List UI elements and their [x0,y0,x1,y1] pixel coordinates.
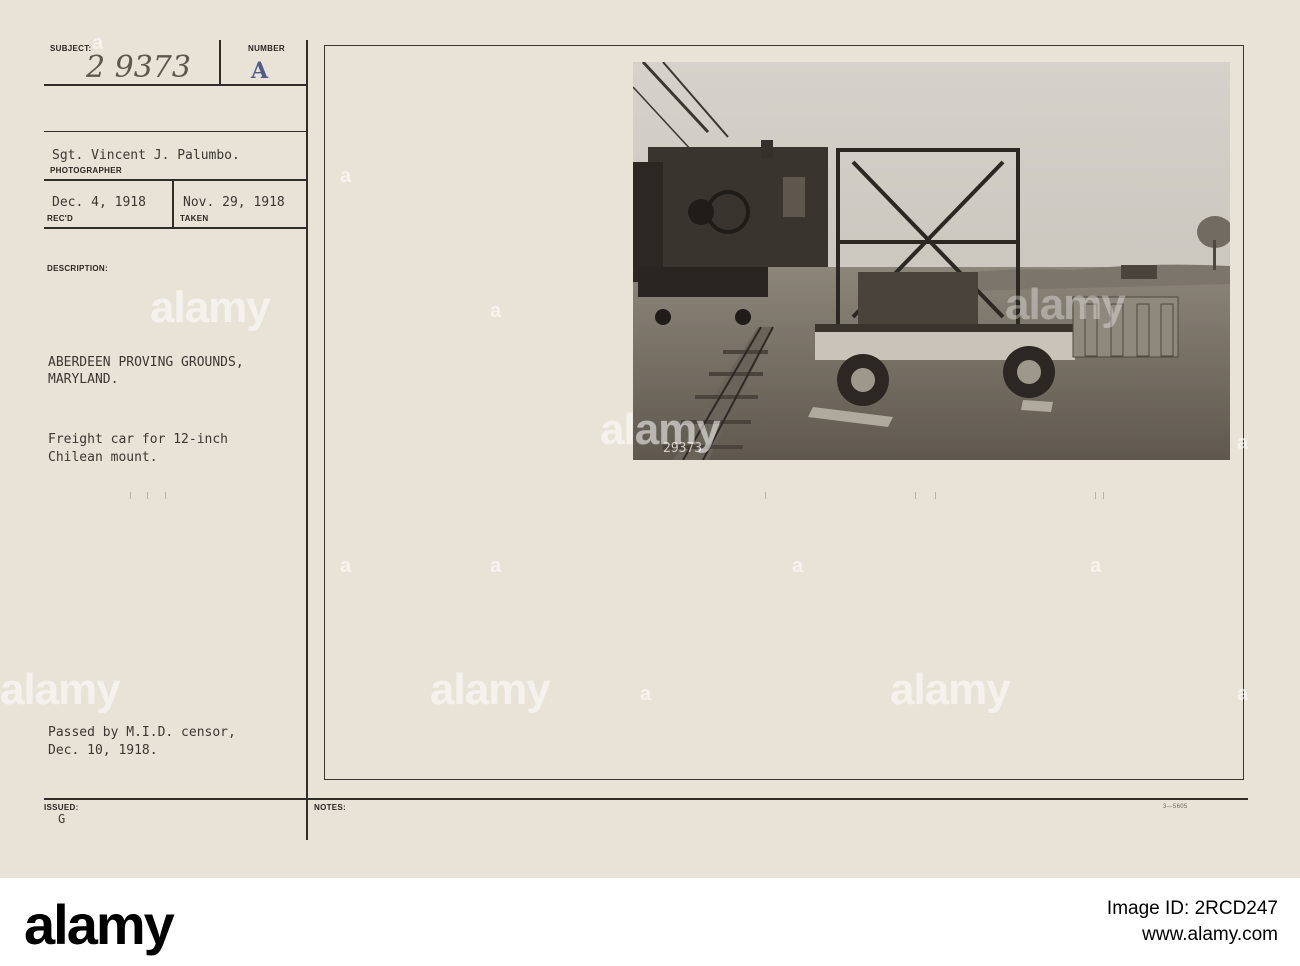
tick-mark [147,492,148,499]
number-label: NUMBER [248,44,285,53]
censor-line-1: Passed by M.I.D. censor, [48,725,236,740]
tick-mark [130,492,131,499]
header-rule [44,131,308,132]
form-number: 3—5605 [1163,804,1188,810]
watermark-glyph: a [640,683,651,705]
issued-label: ISSUED: [44,803,79,812]
watermark-glyph: a [340,165,351,187]
subject-value: 2 9373 [86,50,191,85]
dates-underline [44,227,308,229]
watermark: alamy [890,665,1011,714]
caption-line-1: Freight car for 12-inch [48,432,229,447]
issued-rule [44,798,1248,800]
alamy-info-bar: alamy Image ID: 2RCD247 www.alamy.com [0,878,1300,966]
image-id: Image ID: 2RCD247 [1106,898,1278,919]
alamy-url: www.alamy.com [1142,924,1278,945]
watermark: alamy [600,405,721,454]
caption-line-2: Chilean mount. [48,450,158,465]
taken-label: TAKEN [180,214,209,223]
watermark-glyph: a [1090,555,1101,577]
date-divider [172,180,174,227]
watermark-glyph: a [1237,432,1248,454]
number-value: A [251,58,269,84]
subject-divider [219,40,221,84]
watermark: alamy [150,283,271,332]
watermark-glyph: a [1237,683,1248,705]
location-line-1: ABERDEEN PROVING GROUNDS, [48,355,244,370]
received-label: REC'D [47,214,74,223]
watermark: alamy [0,665,121,714]
censor-line-2: Dec. 10, 1918. [48,743,158,758]
watermark-glyph: a [792,555,803,577]
watermark-glyph: a [92,32,103,54]
photographer-underline [44,179,308,181]
photographer-name: Sgt. Vincent J. Palumbo. [52,148,240,163]
watermark: alamy [1005,280,1126,329]
issued-value: G [58,812,66,826]
notes-label: NOTES: [314,803,347,812]
alamy-logo: alamy [24,893,175,956]
photographer-label: PHOTOGRAPHER [50,166,122,175]
location-line-2: MARYLAND. [48,372,119,387]
vertical-divider [306,40,308,840]
watermark-glyph: a [490,300,501,322]
received-date: Dec. 4, 1918 [52,195,146,210]
freight-car-photo: 29373 [633,62,1230,460]
taken-date: Nov. 29, 1918 [183,195,285,210]
description-label: DESCRIPTION: [47,264,108,273]
watermark-glyph: a [490,555,501,577]
record-card: SUBJECT: 2 9373 NUMBER A Sgt. Vincent J.… [0,0,1300,878]
watermark-glyph: a [340,555,351,577]
watermark: alamy [430,665,551,714]
tick-mark [165,492,166,499]
